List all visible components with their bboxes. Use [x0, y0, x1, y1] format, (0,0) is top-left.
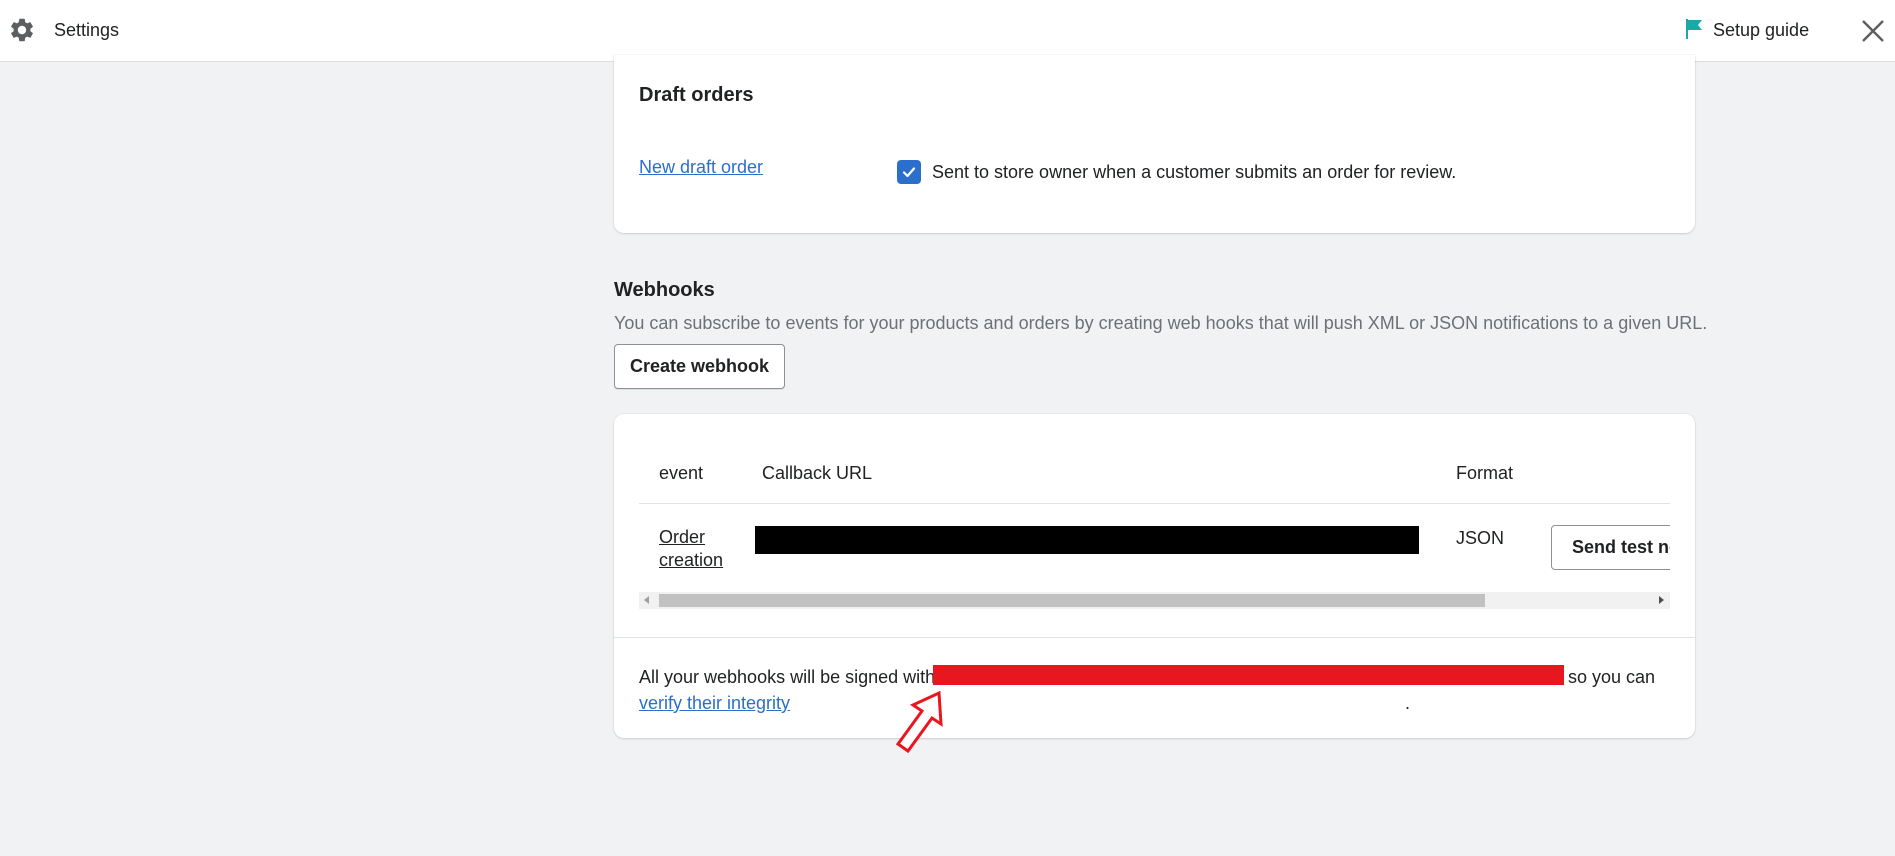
- close-icon[interactable]: [1860, 18, 1886, 44]
- page-title: Settings: [54, 20, 120, 40]
- column-header-format: Format: [1456, 463, 1514, 483]
- signed-with-text: All your webhooks will be signed with: [639, 667, 936, 687]
- new-draft-order-checkbox[interactable]: [897, 160, 921, 184]
- new-draft-order-link[interactable]: New draft order: [639, 157, 763, 178]
- gear-icon[interactable]: [8, 16, 36, 44]
- horizontal-scrollbar[interactable]: [639, 592, 1670, 609]
- scroll-right-arrow-icon[interactable]: [1659, 596, 1664, 604]
- create-webhook-button[interactable]: Create webhook: [614, 344, 785, 389]
- top-bar: Settings Setup guide: [0, 0, 1895, 62]
- annotation-arrow-icon: [895, 690, 943, 754]
- column-header-event: event: [659, 463, 704, 483]
- signed-suffix-text: so you can: [1568, 667, 1656, 687]
- column-header-callback-url: Callback URL: [762, 463, 873, 483]
- scrollbar-thumb[interactable]: [659, 594, 1485, 607]
- webhooks-card: event Callback URL Format Order creation…: [614, 414, 1695, 738]
- card-divider: [614, 637, 1695, 638]
- draft-orders-title: Draft orders: [639, 84, 754, 106]
- new-draft-order-checkbox-label: Sent to store owner when a customer subm…: [932, 162, 1457, 182]
- draft-orders-card: Draft orders New draft order Sent to sto…: [614, 55, 1695, 233]
- webhook-format: JSON: [1456, 528, 1505, 548]
- verify-period: .: [1405, 693, 1411, 713]
- scroll-left-arrow-icon[interactable]: [644, 596, 649, 604]
- table-divider: [639, 503, 1670, 504]
- checkmark-icon: [902, 167, 916, 178]
- setup-guide-button[interactable]: Setup guide: [1713, 20, 1809, 41]
- verify-integrity-link[interactable]: verify their integrity: [639, 693, 790, 714]
- flag-icon[interactable]: [1684, 18, 1704, 40]
- webhooks-description: You can subscribe to events for your pro…: [614, 313, 1708, 333]
- send-test-notification-button[interactable]: Send test notification: [1551, 525, 1670, 570]
- webhooks-title: Webhooks: [614, 279, 715, 301]
- redacted-signing-secret: [933, 665, 1564, 685]
- webhook-event-link[interactable]: Order creation: [659, 526, 739, 572]
- redacted-callback-url: [755, 526, 1419, 554]
- webhooks-table: event Callback URL Format Order creation…: [639, 414, 1670, 614]
